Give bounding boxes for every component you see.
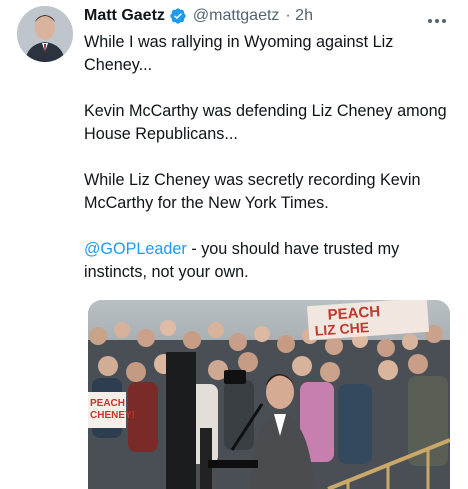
author-name[interactable]: Matt Gaetz — [84, 7, 165, 25]
avatar[interactable] — [17, 6, 73, 62]
sign-text: PEACH — [90, 398, 125, 409]
tweet-paragraph: While Liz Cheney was secretly recording … — [84, 171, 421, 212]
avatar-photo — [17, 6, 73, 62]
tweet-text: While I was rallying in Wyoming against … — [84, 31, 454, 284]
author-handle[interactable]: @mattgaetz — [193, 7, 280, 25]
tweet-paragraph: Kevin McCarthy was defending Liz Cheney … — [84, 102, 447, 143]
more-options-icon[interactable] — [428, 10, 450, 23]
verified-badge-icon — [170, 8, 186, 24]
mention-link[interactable]: @GOPLeader — [84, 240, 187, 258]
tweet-header: Matt Gaetz @mattgaetz · 2h — [84, 5, 456, 27]
tweet-time[interactable]: · 2h — [285, 7, 313, 25]
tweet-media-photo[interactable]: PEACH LIZ CHE PEACH CHENEY! — [88, 300, 450, 489]
tweet-paragraph: While I was rallying in Wyoming against … — [84, 33, 394, 74]
sign-text: CHENEY! — [90, 410, 135, 421]
tweet-paragraph: @GOPLeader - you should have trusted my … — [84, 238, 454, 284]
rally-photo: PEACH LIZ CHE PEACH CHENEY! — [88, 300, 450, 489]
